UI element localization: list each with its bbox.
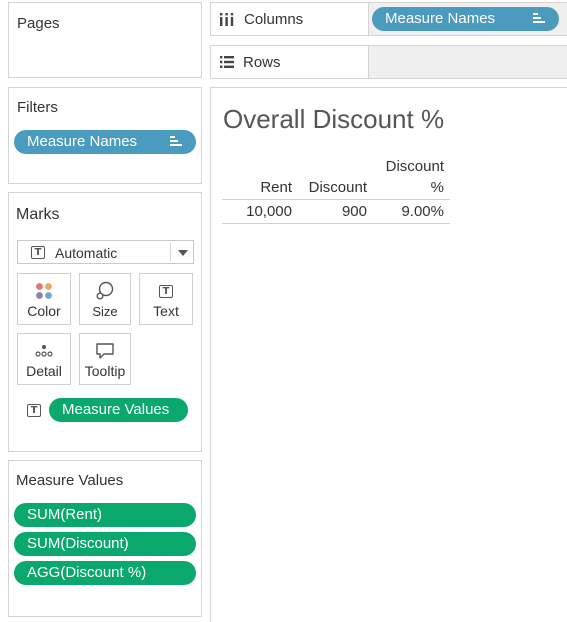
tooltip-button[interactable]: Tooltip (79, 333, 131, 385)
rows-drop-area[interactable] (368, 46, 567, 78)
columns-pill-measure-names[interactable]: Measure Names (372, 7, 559, 31)
color-button[interactable]: Color (17, 273, 71, 325)
columns-pill-label: Measure Names (385, 10, 496, 27)
filters-title: Filters (17, 99, 58, 116)
cell-discount[interactable]: 900 (297, 203, 367, 220)
color-label: Color (27, 303, 61, 319)
text-encoding-icon: T (27, 404, 41, 417)
cell-discount-pct[interactable]: 9.00% (372, 203, 444, 220)
mark-type-label: Automatic (55, 245, 118, 261)
table-row-divider (222, 223, 450, 224)
pages-title: Pages (17, 15, 60, 32)
cell-rent[interactable]: 10,000 (222, 203, 292, 220)
columns-icon (220, 13, 234, 26)
measure-value-pill[interactable]: SUM(Rent) (14, 503, 196, 527)
measure-values-title: Measure Values (16, 472, 124, 489)
rows-icon (220, 56, 234, 68)
columns-label: Columns (244, 11, 304, 28)
tooltip-label: Tooltip (84, 363, 126, 379)
tooltip-icon (96, 343, 114, 359)
measure-value-pill-label: SUM(Rent) (27, 506, 103, 523)
header-discount-pct-line2[interactable]: % (372, 179, 444, 196)
view-title: Overall Discount % (223, 104, 445, 134)
marks-card: Marks T Automatic Color Size T Text Deta… (8, 192, 202, 452)
measure-value-pill-label: AGG(Discount %) (27, 564, 147, 581)
columns-shelf[interactable]: Columns Measure Names (210, 2, 567, 36)
filters-card[interactable]: Filters Measure Names (8, 87, 202, 184)
size-label: Size (92, 304, 118, 319)
detail-button[interactable]: Detail (17, 333, 71, 385)
table-header-divider (222, 199, 450, 200)
detail-label: Detail (26, 363, 62, 379)
text-label: Text (153, 303, 179, 319)
measure-value-pill[interactable]: AGG(Discount %) (14, 561, 196, 585)
sort-icon (170, 136, 182, 146)
header-discount[interactable]: Discount (297, 179, 367, 196)
text-icon: T (159, 284, 173, 298)
measure-value-pill[interactable]: SUM(Discount) (14, 532, 196, 556)
sort-icon (533, 13, 545, 23)
filter-pill-measure-names[interactable]: Measure Names (14, 130, 196, 154)
marks-pill-label: Measure Values (62, 401, 170, 418)
vertical-divider (170, 243, 171, 261)
chevron-down-icon (178, 250, 188, 256)
measure-value-pill-label: SUM(Discount) (27, 535, 129, 552)
text-mark-icon: T (31, 246, 45, 259)
size-icon (96, 281, 114, 300)
rows-shelf[interactable]: Rows (210, 45, 567, 79)
marks-pill-measure-values[interactable]: Measure Values (49, 398, 188, 422)
mark-type-dropdown[interactable]: T Automatic (17, 240, 194, 264)
filter-pill-label: Measure Names (27, 133, 138, 150)
header-discount-pct-line1[interactable]: Discount (372, 158, 444, 175)
detail-icon (35, 345, 53, 357)
color-icon (36, 283, 52, 299)
text-button[interactable]: T Text (139, 273, 193, 325)
size-button[interactable]: Size (79, 273, 131, 325)
pages-card: Pages (8, 2, 202, 78)
marks-title: Marks (16, 206, 60, 223)
rows-label: Rows (243, 54, 281, 71)
measure-values-card: Measure Values SUM(Rent) SUM(Discount) A… (8, 460, 202, 617)
header-rent[interactable]: Rent (222, 179, 292, 196)
